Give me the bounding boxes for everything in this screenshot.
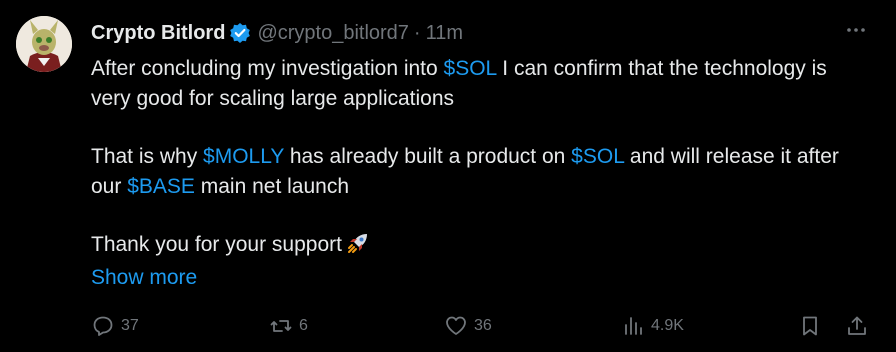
share-icon (848, 316, 866, 335)
rocket-emoji-icon (346, 231, 370, 255)
reply-button[interactable]: 37 (91, 312, 139, 340)
reply-icon (93, 316, 113, 336)
bookmark-button[interactable] (798, 312, 822, 340)
bookmark-icon (803, 316, 817, 336)
cashtag-molly[interactable]: $MOLLY (203, 145, 284, 168)
text-segment: main net launch (194, 175, 350, 198)
view-count: 4.9K (651, 317, 684, 334)
repost-button[interactable]: 6 (269, 312, 308, 340)
like-icon (446, 316, 466, 335)
paragraph-2: That is why $MOLLY has already built a p… (91, 142, 871, 202)
paragraph-1: After concluding my investigation into $… (91, 54, 871, 114)
author-name[interactable]: Crypto Bitlord (91, 22, 225, 45)
views-icon (625, 317, 642, 335)
show-more-link[interactable]: Show more (91, 263, 197, 293)
text-segment: Thank you for your support (91, 233, 342, 256)
text-segment: has already built a product on (283, 145, 572, 168)
action-bar: 37 6 36 4.9K (91, 312, 876, 340)
author-handle[interactable]: @crypto_bitlord7 (257, 22, 408, 45)
verified-badge-icon (229, 22, 251, 44)
paragraph-3: Thank you for your support (91, 230, 871, 260)
text-segment: After concluding my investigation into (91, 57, 444, 80)
text-segment: That is why (91, 145, 204, 168)
cashtag-sol[interactable]: $SOL (571, 145, 624, 168)
like-count: 36 (474, 317, 492, 334)
cashtag-base[interactable]: $BASE (127, 175, 195, 198)
tweet-body: After concluding my investigation into $… (91, 54, 871, 260)
repost-icon (270, 320, 292, 332)
like-button[interactable]: 36 (444, 312, 492, 340)
tweet: Crypto Bitlord @crypto_bitlord7 · 11m Af… (0, 0, 896, 352)
share-button[interactable] (845, 312, 869, 340)
avatar[interactable] (16, 16, 72, 72)
cashtag-sol[interactable]: $SOL (444, 57, 497, 80)
tweet-header: Crypto Bitlord @crypto_bitlord7 · 11m (91, 18, 836, 48)
separator-dot: · (413, 21, 421, 44)
reply-count: 37 (121, 317, 139, 334)
views-button[interactable]: 4.9K (621, 312, 684, 340)
timestamp[interactable]: 11m (426, 22, 463, 45)
repost-count: 6 (299, 317, 308, 334)
more-options-icon[interactable] (844, 18, 868, 42)
